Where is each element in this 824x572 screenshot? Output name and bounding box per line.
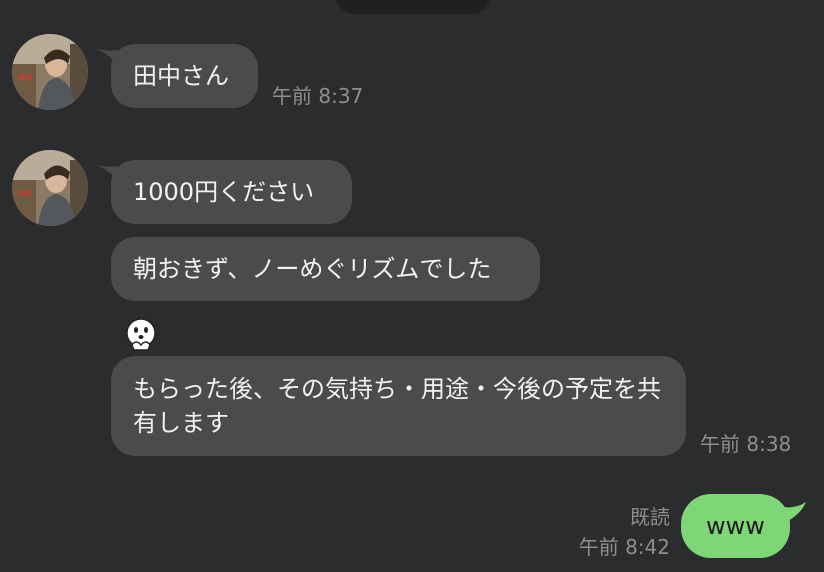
message-text: www (706, 512, 765, 540)
message-timestamp: 午前 8:37 (272, 84, 364, 108)
read-receipt: 既読 (630, 505, 670, 529)
message-text: 田中さん (133, 62, 229, 90)
message-bubble[interactable]: 朝おきず、ノーめぐリズムでした (111, 237, 540, 301)
outgoing-message-bubble[interactable]: www (681, 494, 790, 558)
message-timestamp: 午前 8:38 (700, 432, 792, 456)
message-text: 1000円ください (133, 178, 315, 206)
message-timestamp: 午前 8:42 (578, 535, 670, 559)
message-text: 朝おきず、ノーめぐリズムでした (133, 255, 492, 283)
date-separator-pill (336, 0, 490, 14)
message-text: もらった後、その気持ち・用途・今後の予定を共有します (133, 375, 661, 437)
message-bubble[interactable]: もらった後、その気持ち・用途・今後の予定を共有します (111, 356, 686, 456)
message-bubble[interactable]: 1000円ください (111, 160, 352, 224)
sender-avatar[interactable] (12, 150, 88, 226)
sender-avatar[interactable] (12, 34, 88, 110)
line-moon-emoticon-icon (126, 318, 156, 351)
message-bubble[interactable]: 田中さん (111, 44, 258, 108)
